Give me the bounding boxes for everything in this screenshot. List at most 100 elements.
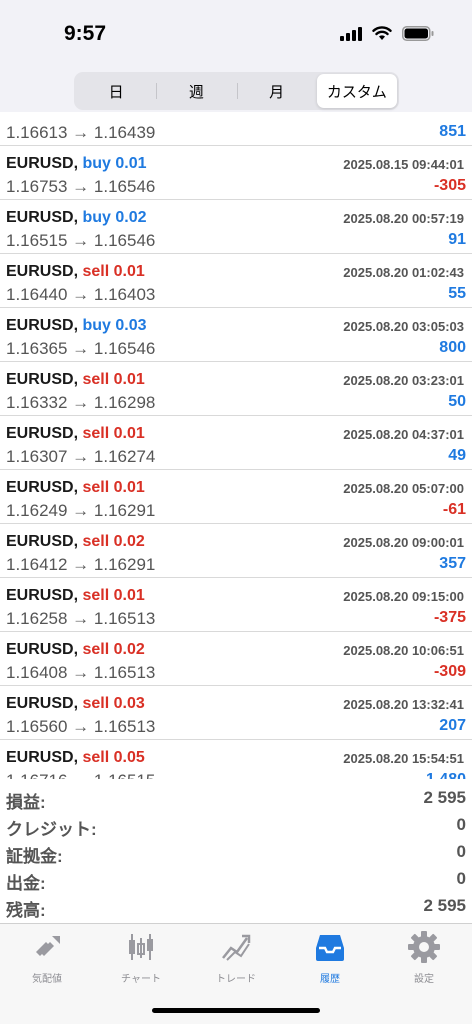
period-segmented-control: 日 週 月 カスタム — [74, 72, 399, 110]
summary-label: 損益: — [6, 793, 46, 812]
trade-symbol: EURUSD, sell 0.02 — [6, 641, 145, 658]
trade-symbol: EURUSD, sell 0.01 — [6, 587, 145, 604]
history-row[interactable]: EURUSD, buy 0.01 2025.08.15 09:44:01 1.167… — [0, 146, 472, 200]
tab-chart[interactable]: チャート — [101, 930, 181, 988]
history-row[interactable]: EURUSD, buy 0.02 2025.08.20 00:57:19 1.165… — [0, 200, 472, 254]
summary-label: クレジット: — [6, 820, 97, 839]
trade-datetime: 2025.08.20 09:00:01 — [343, 535, 464, 550]
history-row[interactable]: EURUSD, sell 0.02 2025.08.20 09:00:01 1.16… — [0, 524, 472, 578]
summary-margin: 証拠金: 0 — [0, 839, 472, 866]
trade-prices: 1.16307 → 1.16274 — [6, 447, 156, 466]
summary-label: 出金: — [6, 874, 46, 893]
trade-prices: 1.16365 → 1.16546 — [6, 339, 156, 358]
history-row[interactable]: EURUSD, sell 0.01 2025.08.20 01:02:43 1.16… — [0, 254, 472, 308]
trade-symbol: EURUSD, sell 0.01 — [6, 425, 145, 442]
quotes-icon — [30, 930, 64, 964]
trade-symbol: EURUSD, sell 0.01 — [6, 479, 145, 496]
trade-profit: -305 — [433, 177, 466, 194]
trade-symbol: EURUSD, sell 0.03 — [6, 695, 145, 712]
trade-datetime: 2025.08.20 15:54:51 — [343, 751, 464, 766]
trade-prices: 1.16408 → 1.16513 — [6, 663, 156, 682]
tab-day[interactable]: 日 — [76, 74, 156, 108]
history-list[interactable]: 1.16613 → 1.16439 851 EURUSD, buy 0.01 20… — [0, 112, 472, 779]
trade-symbol: EURUSD, buy 0.02 — [6, 209, 147, 226]
trade-icon — [219, 930, 253, 964]
trade-profit: 49 — [448, 447, 466, 464]
trade-profit: 1 480 — [426, 771, 466, 779]
trade-symbol: EURUSD, sell 0.01 — [6, 263, 145, 280]
summary-value: 0 — [456, 869, 466, 888]
trade-prices: 1.16716 → 1.16515 — [6, 771, 155, 779]
summary-balance: 残高: 2 595 — [0, 893, 472, 920]
history-row[interactable]: EURUSD, sell 0.01 2025.08.20 09:15:00 1.16… — [0, 578, 472, 632]
battery-icon — [402, 26, 434, 41]
trade-side-lot: buy 0.03 — [82, 317, 147, 334]
trade-datetime: 2025.08.20 10:06:51 — [343, 643, 464, 658]
tab-custom[interactable]: カスタム — [316, 74, 397, 108]
summary-profit: 損益: 2 595 — [0, 785, 472, 812]
trade-symbol: EURUSD, sell 0.05 — [6, 749, 145, 766]
trade-prices: 1.16249 → 1.16291 — [6, 501, 156, 520]
summary-label: 証拠金: — [6, 847, 63, 866]
trade-prices: 1.16412 → 1.16291 — [6, 555, 156, 574]
trade-side-lot: sell 0.01 — [82, 425, 145, 442]
history-icon — [313, 930, 347, 964]
status-time: 9:57 — [64, 22, 107, 45]
trade-side-lot: sell 0.01 — [82, 479, 145, 496]
history-row[interactable]: EURUSD, sell 0.01 2025.08.20 03:23:01 1.16… — [0, 362, 472, 416]
summary-value: 2 595 — [423, 896, 466, 915]
chart-icon — [124, 930, 158, 964]
trade-datetime: 2025.08.20 13:32:41 — [343, 697, 464, 712]
history-row[interactable]: EURUSD, sell 0.02 2025.08.20 10:06:51 1.16… — [0, 632, 472, 686]
trade-prices: 1.16258 → 1.16513 — [6, 609, 156, 628]
trade-prices: 1.16613 → 1.16439 — [6, 123, 156, 142]
trade-prices: 1.16753 → 1.16546 — [6, 177, 156, 196]
trade-profit: 91 — [448, 231, 466, 248]
tab-trade[interactable]: トレード — [196, 930, 276, 988]
tab-month[interactable]: 月 — [236, 74, 317, 108]
trade-datetime: 2025.08.20 09:15:00 — [343, 589, 464, 604]
trade-symbol: EURUSD, buy 0.01 — [6, 155, 147, 172]
tab-quotes[interactable]: 気配値 — [7, 930, 87, 988]
wifi-icon — [372, 26, 392, 40]
summary-withdrawal: 出金: 0 — [0, 866, 472, 893]
trade-datetime: 2025.08.20 04:37:01 — [343, 427, 464, 442]
home-indicator[interactable] — [152, 1008, 320, 1013]
trade-datetime: 2025.08.15 09:44:01 — [343, 157, 464, 172]
trade-side-lot: buy 0.02 — [82, 209, 147, 226]
trade-profit: 207 — [439, 717, 466, 734]
trade-prices: 1.16515 → 1.16546 — [6, 231, 156, 250]
summary-label: 残高: — [6, 901, 46, 920]
cellular-signal-icon — [340, 26, 362, 41]
trade-profit: -309 — [433, 663, 466, 680]
trade-symbol: EURUSD, buy 0.03 — [6, 317, 147, 334]
tab-history[interactable]: 履歴 — [290, 930, 370, 988]
period-selector-bar: 日 週 月 カスタム — [0, 70, 472, 112]
trade-datetime: 2025.08.20 01:02:43 — [343, 265, 464, 280]
trade-side-lot: sell 0.05 — [82, 749, 145, 766]
history-row[interactable]: EURUSD, buy 0.03 2025.08.20 03:05:03 1.163… — [0, 308, 472, 362]
trade-side-lot: sell 0.02 — [82, 533, 145, 550]
trade-datetime: 2025.08.20 03:05:03 — [343, 319, 464, 334]
trade-side-lot: buy 0.01 — [82, 155, 147, 172]
trade-profit: 50 — [448, 393, 466, 410]
history-row-partial[interactable]: 1.16613 → 1.16439 851 — [0, 112, 472, 146]
history-row[interactable]: EURUSD, sell 0.01 2025.08.20 04:37:01 1.16… — [0, 416, 472, 470]
trade-side-lot: sell 0.01 — [82, 587, 145, 604]
history-row[interactable]: EURUSD, sell 0.05 2025.08.20 15:54:51 1.16… — [0, 740, 472, 779]
trade-profit: 55 — [448, 285, 466, 302]
summary-credit: クレジット: 0 — [0, 812, 472, 839]
summary-value: 0 — [456, 842, 466, 861]
trade-profit: -375 — [433, 609, 466, 626]
history-row[interactable]: EURUSD, sell 0.01 2025.08.20 05:07:00 1.16… — [0, 470, 472, 524]
tab-week[interactable]: 週 — [156, 74, 236, 108]
trade-profit: 800 — [439, 339, 466, 356]
trade-datetime: 2025.08.20 05:07:00 — [343, 481, 464, 496]
summary-value: 2 595 — [423, 788, 466, 807]
tab-settings[interactable]: 設定 — [384, 930, 464, 988]
trade-prices: 1.16332 → 1.16298 — [6, 393, 156, 412]
history-row[interactable]: EURUSD, sell 0.03 2025.08.20 13:32:41 1.16… — [0, 686, 472, 740]
trade-datetime: 2025.08.20 03:23:01 — [343, 373, 464, 388]
trade-profit: 851 — [439, 123, 466, 140]
trade-profit: 357 — [439, 555, 466, 572]
